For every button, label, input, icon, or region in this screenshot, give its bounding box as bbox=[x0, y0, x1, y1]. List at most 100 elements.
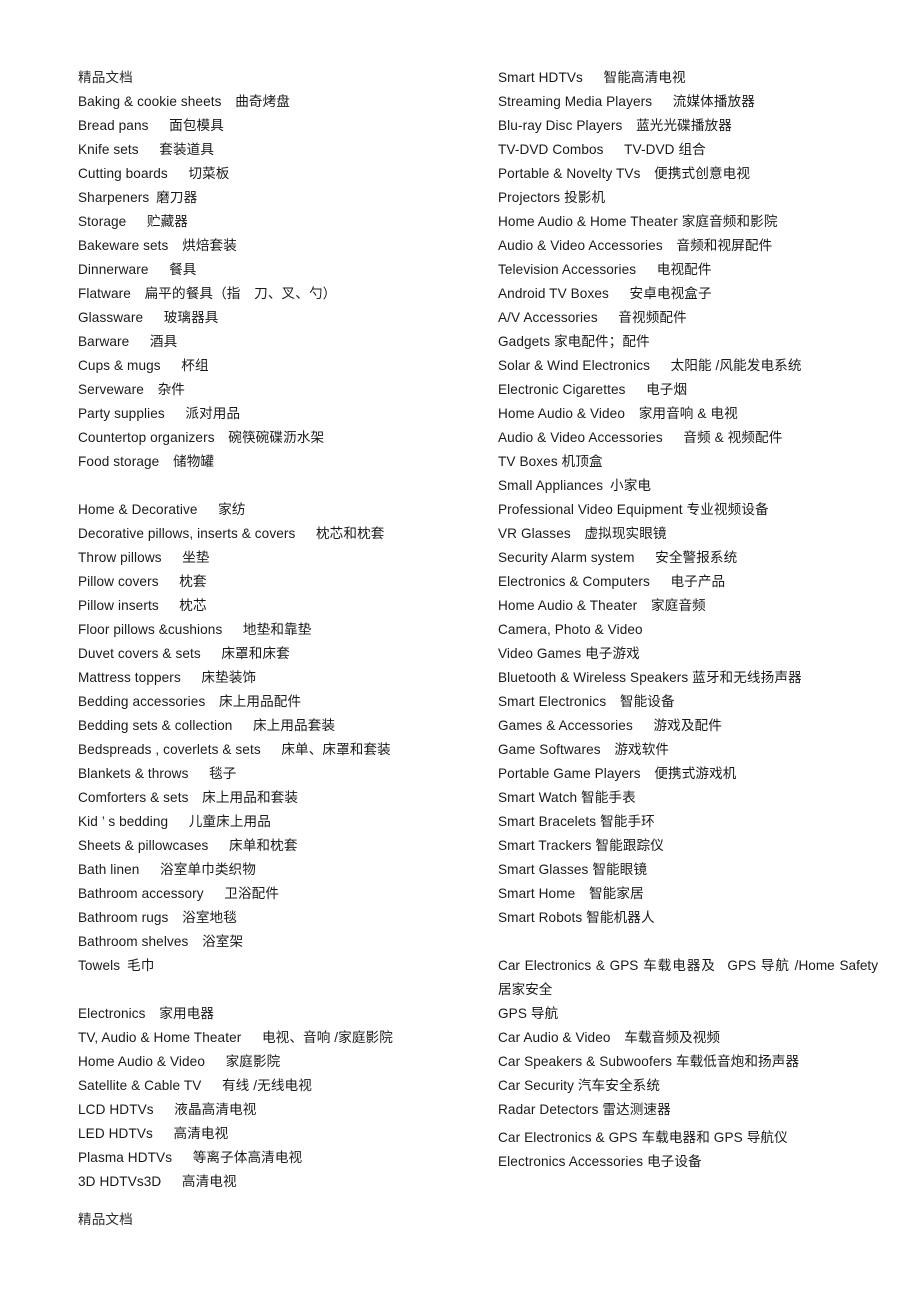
right-entry-item: Small Appliances 小家电 bbox=[498, 478, 652, 493]
left-entry-item: Bathroom rugs 浴室地毯 bbox=[78, 910, 237, 925]
car-electronics-gps-entry: Car Electronics & GPS 车载电器及 GPS 导航 /Home… bbox=[498, 958, 878, 997]
right-entry-item: Portable Game Players 便携式游戏机 bbox=[498, 766, 737, 781]
document-footer-wrap: 精品文档 bbox=[78, 1208, 133, 1232]
left-entry-item: Bath linen 浴室单巾类织物 bbox=[78, 862, 256, 877]
left-entry-item: 3D HDTVs3D 高清电视 bbox=[78, 1174, 237, 1189]
left-entry-item: Baking & cookie sheets 曲奇烤盘 bbox=[78, 94, 290, 109]
right-entry-item: VR Glasses 虚拟现实眼镜 bbox=[498, 526, 667, 541]
left-entry-item: Barware 酒具 bbox=[78, 334, 178, 349]
right-entry-item: Smart Glasses 智能眼镜 bbox=[498, 862, 648, 877]
left-entry-item: Decorative pillows, inserts & covers 枕芯和… bbox=[78, 526, 385, 541]
right-entry-item: Smart Home 智能家居 bbox=[498, 886, 644, 901]
left-entry-item: Throw pillows 坐垫 bbox=[78, 550, 210, 565]
right-entry-item: Portable & Novelty TVs 便携式创意电视 bbox=[498, 166, 751, 181]
document-page: 精品文档 Baking & cookie sheets 曲奇烤盘 Bread pa… bbox=[0, 0, 920, 1303]
left-entry-item: Pillow covers 枕套 bbox=[78, 574, 207, 589]
right-entry-item: Bluetooth & Wireless Speakers 蓝牙和无线扬声器 bbox=[498, 670, 802, 685]
right-entry-tail-item: Radar Detectors 雷达测速器 bbox=[498, 1102, 671, 1117]
right-entry-spacer bbox=[498, 930, 908, 954]
right-entry-item: TV Boxes 机顶盒 bbox=[498, 454, 603, 469]
left-entry-item: Sheets & pillowcases 床单和枕套 bbox=[78, 838, 298, 853]
left-entry-item: Electronics 家用电器 bbox=[78, 1006, 215, 1021]
left-entry-item: Glassware 玻璃器具 bbox=[78, 310, 219, 325]
left-entry-item: Kid ’ s bedding 儿童床上用品 bbox=[78, 814, 271, 829]
right-entry-item: Television Accessories 电视配件 bbox=[498, 262, 712, 277]
left-entry-item: Bedspreads , coverlets & sets 床单、床罩和套装 bbox=[78, 742, 391, 757]
left-entry-item: Blankets & throws 毯子 bbox=[78, 766, 237, 781]
right-entry-item: Game Softwares 游戏软件 bbox=[498, 742, 670, 757]
left-column: 精品文档 Baking & cookie sheets 曲奇烤盘 Bread pa… bbox=[78, 66, 478, 1194]
right-entry-item: Smart Trackers 智能跟踪仪 bbox=[498, 838, 664, 853]
right-column: Smart HDTVs 智能高清电视 Streaming Media Player… bbox=[498, 66, 908, 1174]
right-entry-item: Android TV Boxes 安卓电视盒子 bbox=[498, 286, 712, 301]
right-entry-item: TV-DVD Combos TV-DVD 组合 bbox=[498, 142, 706, 157]
right-entry-item: Camera, Photo & Video bbox=[498, 622, 643, 637]
right-entry-item: Smart HDTVs 智能高清电视 bbox=[498, 70, 686, 85]
left-entry-item: LCD HDTVs 液晶高清电视 bbox=[78, 1102, 257, 1117]
right-entry-tail-item: Car Audio & Video 车载音频及视频 bbox=[498, 1030, 721, 1045]
document-header-left: 精品文档 bbox=[78, 70, 133, 85]
right-entry-tail-item: Car Security 汽车安全系统 bbox=[498, 1078, 661, 1093]
left-entry-item: Dinnerware 餐具 bbox=[78, 262, 197, 277]
right-entry-item: Audio & Video Accessories 音频 & 视频配件 bbox=[498, 430, 783, 445]
left-entry-item: Knife sets 套装道具 bbox=[78, 142, 215, 157]
right-entry-item: Security Alarm system 安全警报系统 bbox=[498, 550, 738, 565]
right-entry-item: Smart Bracelets 智能手环 bbox=[498, 814, 655, 829]
left-entry-item: Bathroom accessory 卫浴配件 bbox=[78, 886, 280, 901]
right-entry-item: Home Audio & Video 家用音响 & 电视 bbox=[498, 406, 738, 421]
left-entry-item: LED HDTVs 高清电视 bbox=[78, 1126, 229, 1141]
right-entry-item: Professional Video Equipment 专业视频设备 bbox=[498, 502, 769, 517]
left-entry-item: Plasma HDTVs 等离子体高清电视 bbox=[78, 1150, 303, 1165]
right-entry-item: Audio & Video Accessories 音频和视屏配件 bbox=[498, 238, 773, 253]
left-entry-item: Party supplies 派对用品 bbox=[78, 406, 241, 421]
right-entry-tail-item: Car Speakers & Subwoofers 车载低音炮和扬声器 bbox=[498, 1054, 800, 1069]
left-entry-item: Home Audio & Video 家庭影院 bbox=[78, 1054, 281, 1069]
right-column-entries-tail: GPS 导航 Car Audio & Video 车载音频及视频 Car Speak… bbox=[498, 1002, 908, 1174]
left-entry-item: Storage 贮藏器 bbox=[78, 214, 188, 229]
left-entry-item: Towels 毛巾 bbox=[78, 958, 155, 973]
left-entry-item: Food storage 储物罐 bbox=[78, 454, 215, 469]
right-entry-item: Smart Robots 智能机器人 bbox=[498, 910, 655, 925]
right-entry-item: Blu-ray Disc Players 蓝光光碟播放器 bbox=[498, 118, 732, 133]
right-entry-item: Gadgets 家电配件；配件 bbox=[498, 334, 650, 349]
right-column-entries: Smart HDTVs 智能高清电视 Streaming Media Player… bbox=[498, 66, 908, 930]
right-entry-item: Home Audio & Home Theater 家庭音频和影院 bbox=[498, 214, 778, 229]
right-entry-tail-item: Electronics Accessories 电子设备 bbox=[498, 1154, 702, 1169]
left-entry-item: Serveware 杂件 bbox=[78, 382, 185, 397]
left-column-entries: Baking & cookie sheets 曲奇烤盘 Bread pans 面包… bbox=[78, 90, 478, 1194]
left-entry-item: Countertop organizers 碗筷碗碟沥水架 bbox=[78, 430, 325, 445]
left-entry-item: Pillow inserts 枕芯 bbox=[78, 598, 207, 613]
left-entry-item: Floor pillows &cushions 地垫和靠垫 bbox=[78, 622, 312, 637]
document-footer: 精品文档 bbox=[78, 1212, 133, 1227]
left-entry-item: Bakeware sets 烘焙套装 bbox=[78, 238, 237, 253]
left-entry-item: Flatware 扁平的餐具（指 刀、叉、勺） bbox=[78, 286, 337, 301]
right-entry-tail-item: GPS 导航 bbox=[498, 1006, 559, 1021]
left-entry-item: Satellite & Cable TV 有线 /无线电视 bbox=[78, 1078, 312, 1093]
left-entry-item: Cutting boards 切菜板 bbox=[78, 166, 230, 181]
right-entry-item: Projectors 投影机 bbox=[498, 190, 606, 205]
left-entry-item: Mattress toppers 床垫装饰 bbox=[78, 670, 257, 685]
left-entry-item: Bread pans 面包模具 bbox=[78, 118, 224, 133]
right-entry-item: Electronic Cigarettes 电子烟 bbox=[498, 382, 688, 397]
left-entry-item: Home & Decorative 家纺 bbox=[78, 502, 246, 517]
left-entry-item: Sharpeners 磨刀器 bbox=[78, 190, 198, 205]
left-entry-item: Comforters & sets 床上用品和套装 bbox=[78, 790, 299, 805]
left-entry-spacer bbox=[78, 474, 478, 498]
right-entry-item: Games & Accessories 游戏及配件 bbox=[498, 718, 722, 733]
left-entry-item: Cups & mugs 杯组 bbox=[78, 358, 209, 373]
right-entry-item: Solar & Wind Electronics 太阳能 /风能发电系统 bbox=[498, 358, 802, 373]
right-entry-item: Electronics & Computers 电子产品 bbox=[498, 574, 726, 589]
right-entry-tail-item: Car Electronics & GPS 车载电器和 GPS 导航仪 bbox=[498, 1130, 788, 1145]
left-entry-item: Duvet covers & sets 床罩和床套 bbox=[78, 646, 290, 661]
left-entry-spacer bbox=[78, 978, 478, 1002]
right-entry-item: Smart Electronics 智能设备 bbox=[498, 694, 675, 709]
right-entry-item: Video Games 电子游戏 bbox=[498, 646, 640, 661]
right-entry-item: A/V Accessories 音视频配件 bbox=[498, 310, 687, 325]
left-entry-item: Bathroom shelves 浴室架 bbox=[78, 934, 244, 949]
right-entry-item: Home Audio & Theater 家庭音频 bbox=[498, 598, 706, 613]
left-entry-item: Bedding accessories 床上用品配件 bbox=[78, 694, 302, 709]
left-entry-item: TV, Audio & Home Theater 电视、音响 /家庭影院 bbox=[78, 1030, 393, 1045]
left-entry-item: Bedding sets & collection 床上用品套装 bbox=[78, 718, 336, 733]
right-entry-item: Smart Watch 智能手表 bbox=[498, 790, 636, 805]
right-entry-item: Streaming Media Players 流媒体播放器 bbox=[498, 94, 755, 109]
